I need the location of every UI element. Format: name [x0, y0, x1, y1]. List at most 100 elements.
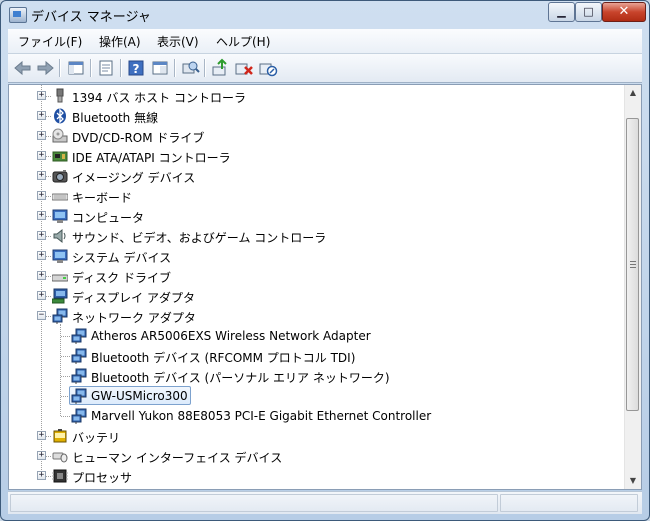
tree-item-label: コンピュータ [72, 211, 145, 225]
vertical-scrollbar[interactable]: ▲ ▼ [624, 85, 641, 489]
view-button[interactable] [150, 58, 170, 78]
network-adapter-icon [71, 348, 87, 364]
tree-item-label: Bluetooth デバイス (RFCOMM プロトコル TDI) [91, 351, 356, 365]
uninstall-icon [235, 63, 253, 75]
scan-hardware-button[interactable] [180, 58, 200, 78]
back-arrow-icon [14, 60, 31, 76]
network-adapter-icon [71, 328, 87, 344]
expand-icon[interactable]: + [37, 291, 46, 300]
scroll-up-arrow-icon[interactable]: ▲ [625, 85, 641, 101]
tree-category-row[interactable]: +1394 バス ホスト コントローラ [9, 86, 625, 106]
bluetooth-icon [54, 108, 66, 124]
scroll-thumb[interactable] [626, 118, 639, 411]
title-bar[interactable]: デバイス マネージャ ▁ □ ✕ [1, 1, 649, 29]
help-icon: ? [128, 60, 144, 76]
camera-icon [52, 170, 68, 183]
tree-item-label: プロセッサ [72, 471, 133, 485]
expand-icon[interactable]: + [37, 171, 46, 180]
expand-icon[interactable]: + [37, 251, 46, 260]
tree-item-label: イメージング デバイス [72, 171, 196, 185]
uninstall-button[interactable] [234, 58, 254, 78]
tree-item-label: ディスプレイ アダプタ [72, 291, 195, 305]
tree-category-row[interactable]: + ディスプレイ アダプタ [9, 286, 625, 306]
maximize-button[interactable]: □ [575, 2, 602, 22]
display-adapter-icon [52, 288, 68, 304]
menu-help[interactable]: ヘルプ(H) [216, 33, 270, 50]
help-button[interactable]: ? [126, 58, 146, 78]
expand-icon[interactable]: + [37, 271, 46, 280]
tree-device-row[interactable]: Marvell Yukon 88E8053 PCI-E Gigabit Ethe… [9, 406, 625, 426]
network-adapter-icon [71, 388, 87, 404]
console-tree-icon [68, 61, 84, 75]
maximize-icon: □ [583, 5, 594, 18]
close-button[interactable]: ✕ [602, 2, 646, 22]
properties-button[interactable] [96, 58, 116, 78]
tree-item-label: キーボード [72, 191, 133, 205]
expand-icon[interactable]: + [37, 91, 46, 100]
tree-category-row[interactable]: + キーボード [9, 186, 625, 206]
tree-item-label: DVD/CD-ROM ドライブ [72, 131, 205, 145]
expand-icon[interactable]: + [37, 431, 46, 440]
menu-view[interactable]: 表示(V) [157, 33, 199, 50]
tree-item-label: Atheros AR5006EXS Wireless Network Adapt… [91, 329, 371, 343]
menu-file[interactable]: ファイル(F) [18, 33, 82, 50]
tree-category-row[interactable]: + DVD/CD-ROM ドライブ [9, 126, 625, 146]
disable-button[interactable] [258, 58, 278, 78]
expand-icon[interactable]: + [37, 211, 46, 220]
tree-item-label: Marvell Yukon 88E8053 PCI-E Gigabit Ethe… [91, 409, 432, 423]
minimize-button[interactable]: ▁ [548, 2, 575, 22]
back-button[interactable] [13, 58, 33, 78]
tree-device-row[interactable]: Bluetooth デバイス (RFCOMM プロトコル TDI) [9, 346, 625, 366]
device-tree-pane[interactable]: +1394 バス ホスト コントローラ + Bluetooth 無線 + DVD/CD-… [8, 84, 642, 490]
tree-category-row[interactable]: + バッテリ [9, 426, 625, 446]
tree-category-row[interactable]: − ネットワーク アダプタ [9, 306, 625, 326]
tree-category-row[interactable]: + プロセッサ [9, 466, 625, 486]
update-driver-icon [212, 58, 227, 76]
tree-category-row[interactable]: + ヒューマン インターフェイス デバイス [9, 446, 625, 466]
svg-text:?: ? [133, 62, 140, 76]
scroll-down-arrow-icon[interactable]: ▼ [625, 473, 641, 489]
tree-category-row[interactable]: + サウンド、ビデオ、およびゲーム コントローラ [9, 226, 625, 246]
show-hide-tree-button[interactable] [66, 58, 86, 78]
keyboard-icon [52, 193, 68, 201]
tree-item-label: ディスク ドライブ [72, 271, 171, 285]
tree-item-label: システム デバイス [72, 251, 172, 265]
tree-item-label: 1394 バス ホスト コントローラ [72, 91, 246, 105]
tree-item-label: GW-USMicro300 [91, 389, 188, 403]
menu-action[interactable]: 操作(A) [99, 33, 141, 50]
update-driver-button[interactable] [210, 58, 230, 78]
device-manager-app-icon [9, 7, 27, 23]
usb-plug-icon [56, 88, 64, 103]
tree-item-label: IDE ATA/ATAPI コントローラ [72, 151, 231, 165]
toolbar: ? [8, 54, 642, 83]
tree-category-row[interactable]: + ディスク ドライブ [9, 266, 625, 286]
tree-category-row[interactable]: + コンピュータ [9, 206, 625, 226]
minimize-icon: ▁ [557, 5, 566, 18]
collapse-icon[interactable]: − [37, 311, 46, 320]
expand-icon[interactable]: + [37, 111, 46, 120]
tree-category-row[interactable]: + システム デバイス [9, 246, 625, 266]
tree-item-label: ヒューマン インターフェイス デバイス [72, 451, 283, 465]
expand-icon[interactable]: + [37, 231, 46, 240]
expand-icon[interactable]: + [37, 131, 46, 140]
tree-device-row[interactable]: Bluetooth デバイス (パーソナル エリア ネットワーク) [9, 366, 625, 386]
tree-device-row[interactable]: GW-USMicro300 [9, 386, 625, 406]
expand-icon[interactable]: + [37, 471, 46, 480]
computer-icon [52, 209, 68, 223]
tree-device-row[interactable]: Atheros AR5006EXS Wireless Network Adapt… [9, 326, 625, 346]
dvd-drive-icon [52, 128, 68, 143]
device-manager-window: デバイス マネージャ ▁ □ ✕ ファイル(F) 操作(A) 表示(V) ヘルプ… [0, 0, 650, 521]
expand-icon[interactable]: + [37, 151, 46, 160]
forward-button[interactable] [35, 58, 55, 78]
expand-icon[interactable]: + [37, 191, 46, 200]
network-adapter-icon [71, 408, 87, 424]
tree-category-row[interactable]: + IDE ATA/ATAPI コントローラ [9, 146, 625, 166]
tree-item-label: サウンド、ビデオ、およびゲーム コントローラ [72, 231, 327, 245]
tree-category-row[interactable]: + イメージング デバイス [9, 166, 625, 186]
tree-item-label: Bluetooth 無線 [72, 111, 159, 125]
view-icon [152, 61, 168, 75]
tree-category-row[interactable]: + Bluetooth 無線 [9, 106, 625, 126]
expand-icon[interactable]: + [37, 451, 46, 460]
system-device-icon [52, 249, 68, 263]
network-adapter-icon [52, 308, 68, 324]
